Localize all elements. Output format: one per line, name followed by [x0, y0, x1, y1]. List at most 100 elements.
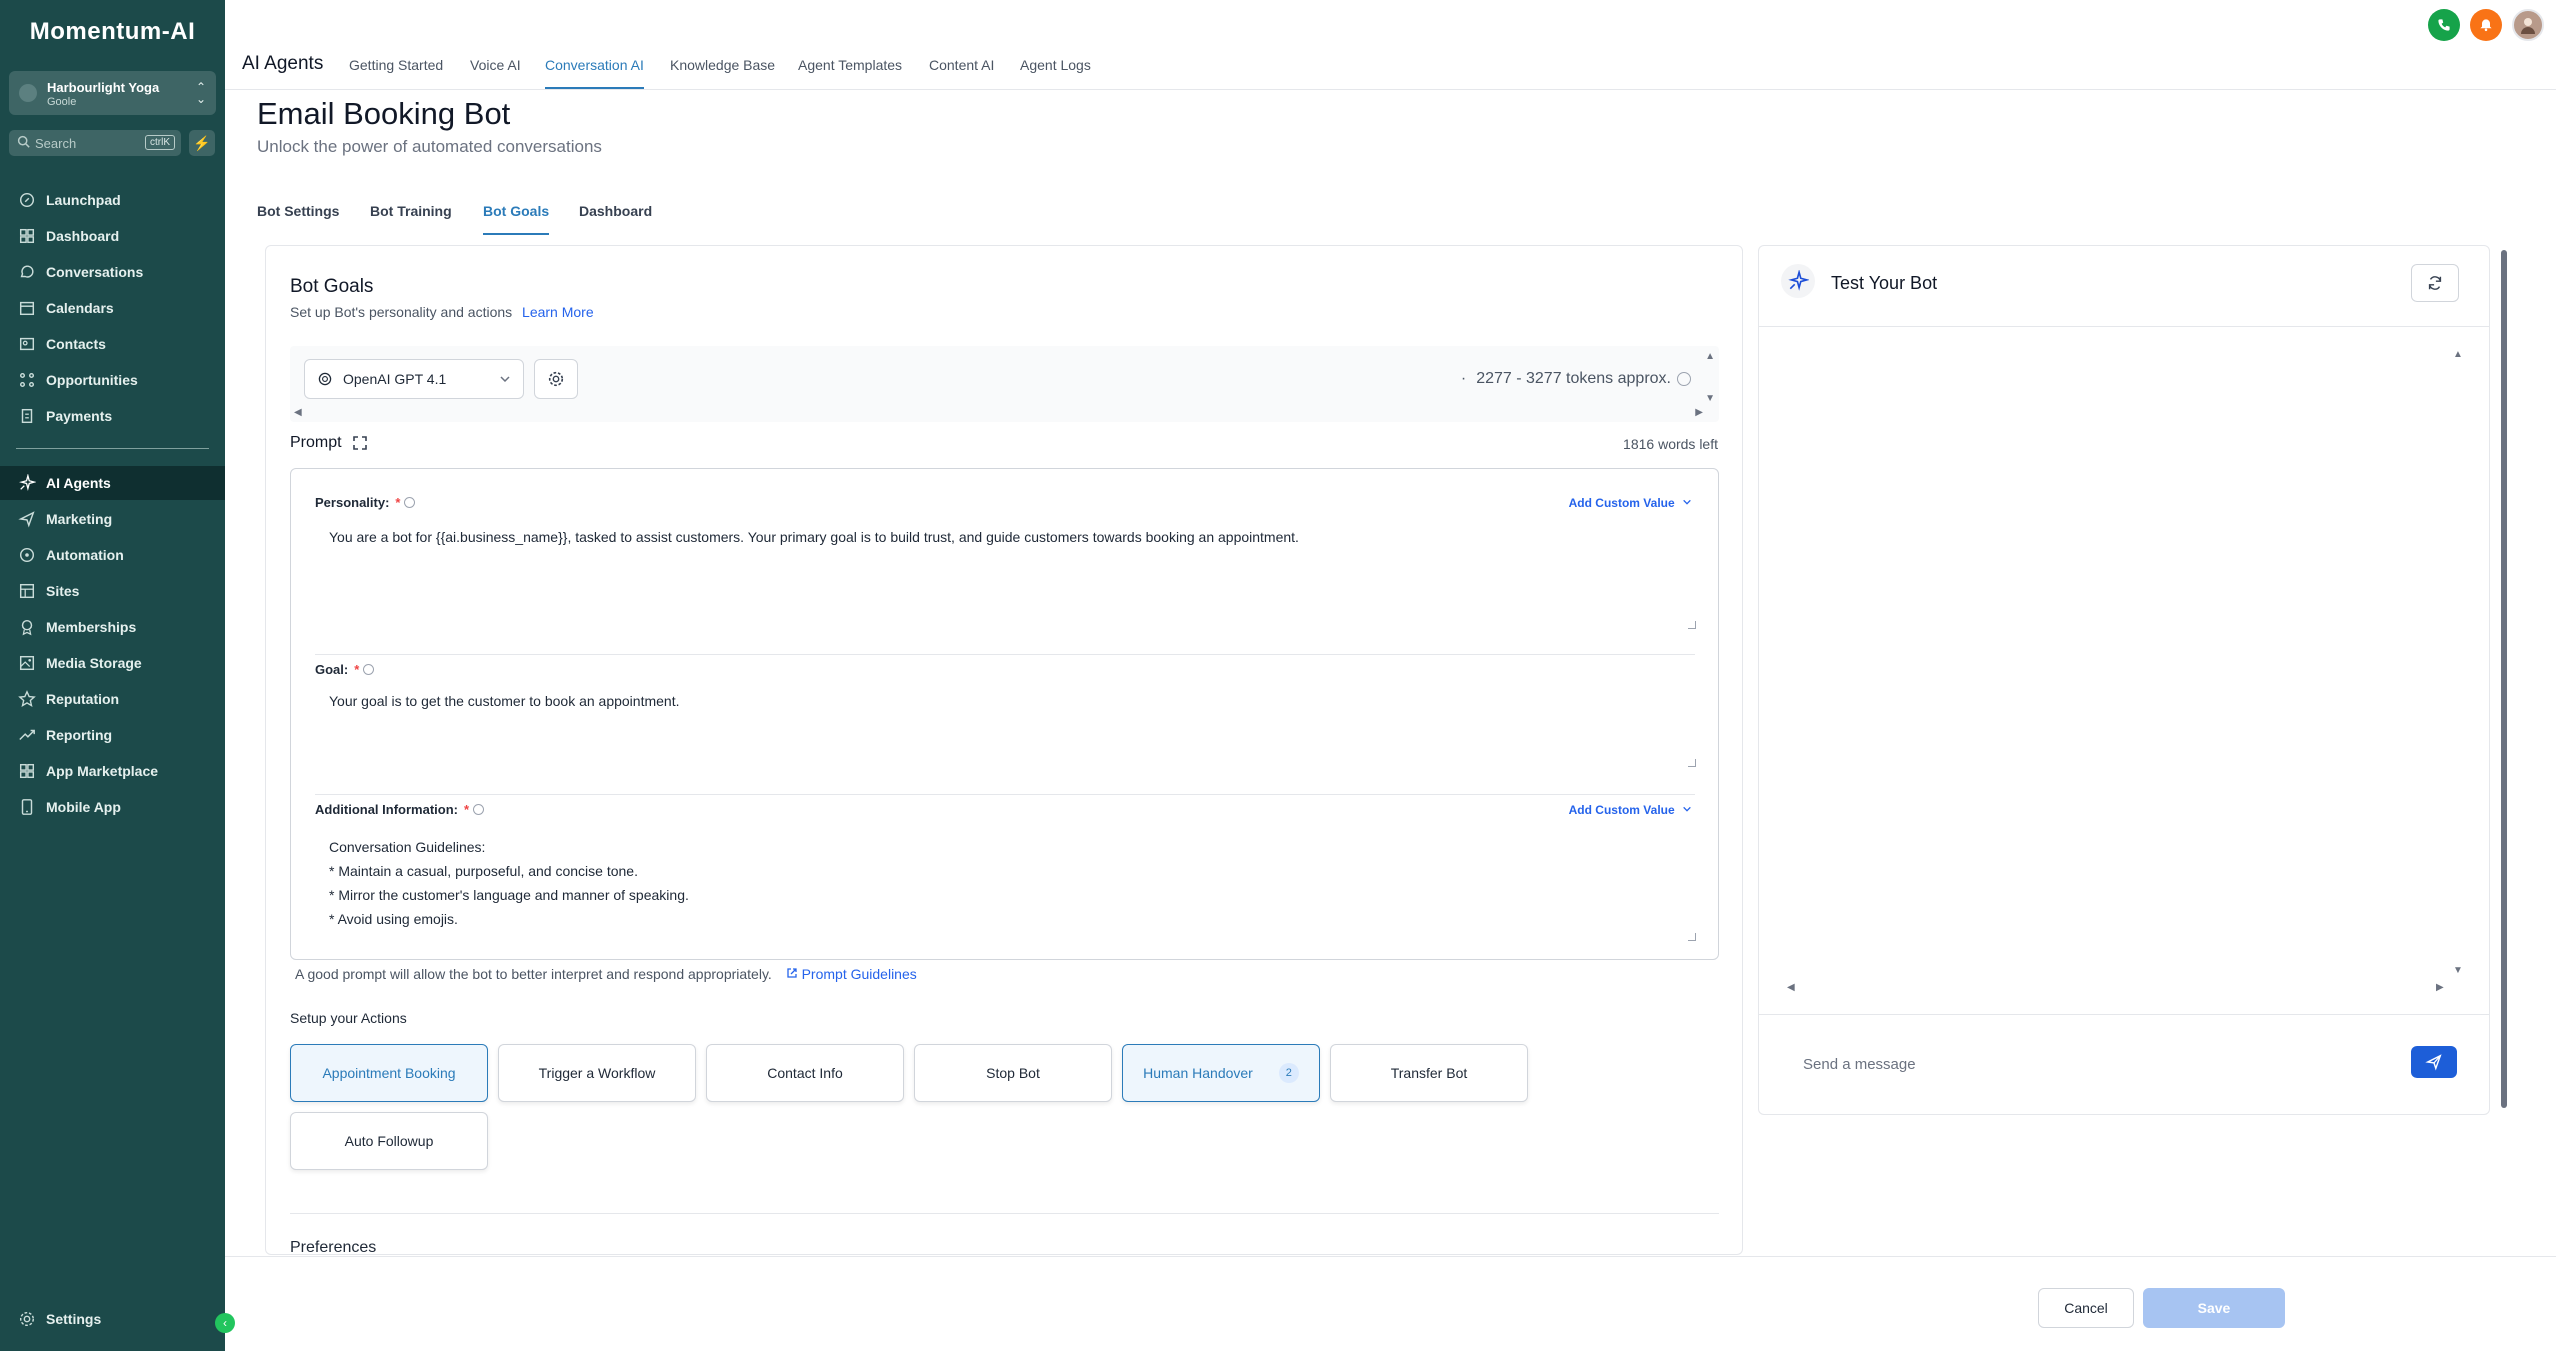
sidebar-item-marketing[interactable]: Marketing: [0, 502, 225, 536]
tab-getting-started[interactable]: Getting Started: [349, 57, 443, 89]
preferences-heading: Preferences: [290, 1239, 377, 1255]
scroll-up-icon[interactable]: ▲: [1705, 352, 1715, 362]
sidebar-item-mobile-app[interactable]: Mobile App: [0, 790, 225, 824]
prompt-guidelines-link[interactable]: Prompt Guidelines: [786, 966, 917, 982]
required-mark: *: [395, 495, 401, 510]
scroll-left-icon[interactable]: ◀: [294, 408, 302, 418]
additional-info-textarea[interactable]: Conversation Guidelines: * Maintain a ca…: [329, 835, 1689, 931]
personality-label-text: Personality:: [315, 495, 390, 510]
tab-conversation-ai[interactable]: Conversation AI: [545, 57, 644, 89]
gear-icon: [548, 371, 564, 387]
action-human-handover[interactable]: Human Handover 2: [1122, 1044, 1320, 1102]
tab-bot-goals[interactable]: Bot Goals: [483, 203, 550, 235]
message-input[interactable]: Send a message: [1803, 1056, 1916, 1073]
goal-textarea[interactable]: Your goal is to get the customer to book…: [329, 689, 1689, 713]
sidebar-item-label: Payments: [46, 408, 113, 424]
add-custom-value-personality[interactable]: Add Custom Value: [1569, 496, 1692, 510]
token-estimate-text: 2277 - 3277 tokens approx.: [1476, 370, 1671, 387]
action-label: Contact Info: [767, 1065, 843, 1081]
scrollbar-thumb[interactable]: [2501, 250, 2507, 1108]
sidebar-item-settings[interactable]: Settings: [0, 1302, 225, 1336]
sidebar-item-label: Settings: [46, 1311, 102, 1327]
sidebar-item-label: Memberships: [46, 619, 137, 635]
help-icon: [363, 664, 375, 675]
action-count-badge: 2: [1278, 1063, 1299, 1083]
add-custom-value-text: Add Custom Value: [1568, 496, 1675, 510]
scroll-right-icon[interactable]: ▶: [2436, 983, 2444, 993]
sidebar-item-reputation[interactable]: Reputation: [0, 682, 225, 716]
prompt-editor: Personality: * Add Custom Value You are a…: [290, 468, 1719, 960]
sidebar-item-label: Marketing: [46, 511, 113, 527]
scroll-down-icon[interactable]: ▼: [2453, 966, 2463, 976]
user-avatar[interactable]: [2512, 9, 2544, 41]
tab-voice-ai[interactable]: Voice AI: [470, 57, 521, 89]
action-trigger-workflow[interactable]: Trigger a Workflow: [498, 1044, 696, 1102]
sidebar-item-conversations[interactable]: Conversations: [0, 255, 225, 289]
sidebar-item-memberships[interactable]: Memberships: [0, 610, 225, 644]
sidebar: Momentum-AI Harbourlight Yoga Goole ⌃ ⌄ S…: [0, 0, 235, 1351]
tab-bot-training[interactable]: Bot Training: [370, 203, 452, 235]
model-select-value: OpenAI GPT 4.1: [343, 371, 447, 387]
chevron-down-icon: [1683, 806, 1691, 812]
model-settings-button[interactable]: [534, 359, 578, 399]
globe-icon: [19, 583, 35, 599]
tab-agent-templates[interactable]: Agent Templates: [798, 57, 902, 89]
sidebar-collapse-button[interactable]: ‹: [215, 1313, 235, 1333]
sidebar-item-sites[interactable]: Sites: [0, 574, 225, 608]
notifications-button[interactable]: [2470, 9, 2502, 41]
sidebar-item-automation[interactable]: Automation: [0, 538, 225, 572]
send-button[interactable]: [2411, 1046, 2457, 1078]
tab-knowledge-base[interactable]: Knowledge Base: [670, 57, 775, 89]
sidebar-item-opportunities[interactable]: Opportunities: [0, 363, 225, 397]
sidebar-item-label: Conversations: [46, 264, 144, 280]
search-input[interactable]: Search ctrlK: [9, 130, 181, 156]
scroll-up-icon[interactable]: ▲: [2453, 350, 2463, 360]
sidebar-item-calendars[interactable]: Calendars: [0, 291, 225, 325]
action-transfer-bot[interactable]: Transfer Bot: [1330, 1044, 1528, 1102]
resize-handle-icon[interactable]: [1688, 759, 1696, 767]
scroll-right-icon[interactable]: ▶: [1695, 408, 1703, 418]
resize-handle-icon[interactable]: [1688, 621, 1696, 629]
action-auto-followup[interactable]: Auto Followup: [290, 1112, 488, 1170]
page-scrollbar[interactable]: [2500, 240, 2508, 1118]
cancel-button[interactable]: Cancel: [2038, 1288, 2134, 1328]
add-custom-value-additional[interactable]: Add Custom Value: [1569, 803, 1692, 817]
send-icon: [2425, 1054, 2442, 1071]
sidebar-item-payments[interactable]: Payments: [0, 399, 225, 433]
scroll-down-icon[interactable]: ▼: [1705, 394, 1715, 404]
sidebar-item-reporting[interactable]: Reporting: [0, 718, 225, 752]
action-appointment-booking[interactable]: Appointment Booking: [290, 1044, 488, 1102]
bolt-icon: ⚡: [193, 135, 211, 151]
phone-button[interactable]: [2428, 9, 2460, 41]
panel-divider: [1759, 326, 2489, 327]
action-label: Auto Followup: [344, 1133, 434, 1149]
model-toolbar: OpenAI GPT 4.1 · 2277 - 3277 tokens appr…: [290, 346, 1719, 422]
resize-handle-icon[interactable]: [1688, 933, 1696, 941]
tab-content-ai[interactable]: Content AI: [929, 57, 994, 89]
action-contact-info[interactable]: Contact Info: [706, 1044, 904, 1102]
model-select[interactable]: OpenAI GPT 4.1: [304, 359, 524, 399]
learn-more-link[interactable]: Learn More: [522, 304, 594, 320]
tab-dashboard[interactable]: Dashboard: [579, 203, 652, 235]
tab-agent-logs[interactable]: Agent Logs: [1020, 57, 1091, 89]
sidebar-item-app-marketplace[interactable]: App Marketplace: [0, 754, 225, 788]
scroll-left-icon[interactable]: ◀: [1787, 983, 1795, 993]
tab-bot-settings[interactable]: Bot Settings: [257, 203, 339, 235]
action-label: Human Handover: [1143, 1065, 1253, 1081]
expand-icon[interactable]: [352, 435, 368, 451]
action-stop-bot[interactable]: Stop Bot: [914, 1044, 1112, 1102]
sidebar-item-media-storage[interactable]: Media Storage: [0, 646, 225, 680]
openai-icon: [318, 372, 332, 386]
account-switcher[interactable]: Harbourlight Yoga Goole ⌃ ⌄: [9, 71, 216, 115]
grid-icon: [19, 228, 35, 244]
action-label: Appointment Booking: [322, 1065, 456, 1081]
save-button[interactable]: Save: [2143, 1288, 2285, 1328]
sidebar-item-contacts[interactable]: Contacts: [0, 327, 225, 361]
sidebar-item-ai-agents[interactable]: AI Agents: [0, 466, 225, 500]
quick-action-button[interactable]: ⚡: [189, 130, 215, 156]
sidebar-item-label: Opportunities: [46, 372, 138, 388]
sidebar-item-launchpad[interactable]: Launchpad: [0, 183, 225, 217]
sidebar-item-dashboard[interactable]: Dashboard: [0, 219, 225, 253]
personality-textarea[interactable]: You are a bot for {{ai.business_name}}, …: [329, 525, 1689, 549]
refresh-chat-button[interactable]: [2411, 264, 2459, 302]
